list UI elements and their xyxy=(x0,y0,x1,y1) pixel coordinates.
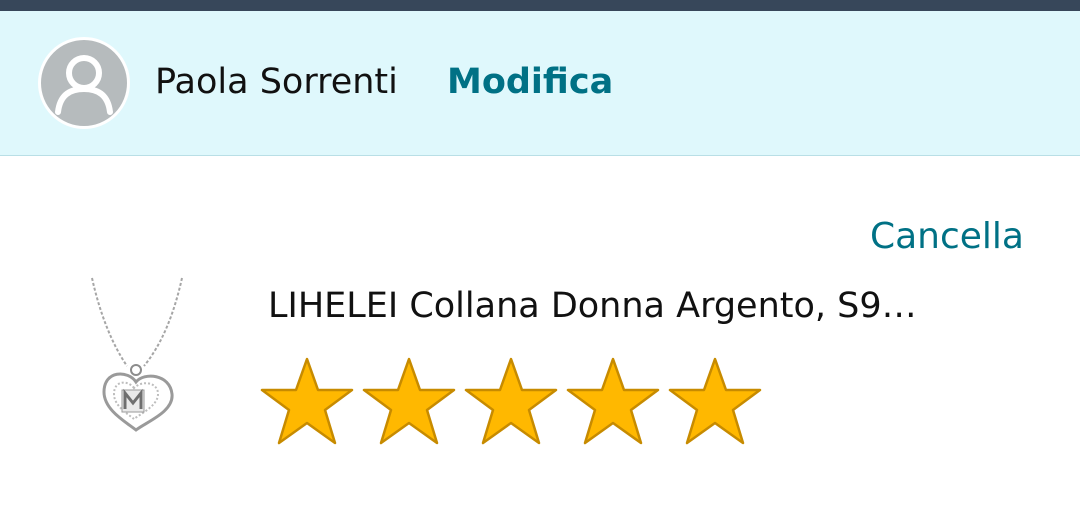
status-bar xyxy=(0,0,1080,11)
star-icon[interactable] xyxy=(562,354,664,448)
star-icon[interactable] xyxy=(256,354,358,448)
star-icon[interactable] xyxy=(664,354,766,448)
star-icon[interactable] xyxy=(460,354,562,448)
necklace-heart-pendant-image xyxy=(91,277,183,432)
edit-profile-link[interactable]: Modifica xyxy=(447,58,613,106)
user-name: Paola Sorrenti xyxy=(155,62,398,102)
avatar[interactable] xyxy=(38,37,130,129)
delete-review-link[interactable]: Cancella xyxy=(870,212,1024,262)
profile-header: Paola Sorrenti Modifica xyxy=(0,11,1080,156)
product-title[interactable]: LIHELEI Collana Donna Argento, S9… xyxy=(268,282,988,330)
star-icon[interactable] xyxy=(358,354,460,448)
product-image[interactable] xyxy=(82,274,192,439)
star-rating[interactable] xyxy=(256,354,766,448)
person-silhouette-icon xyxy=(55,55,113,115)
